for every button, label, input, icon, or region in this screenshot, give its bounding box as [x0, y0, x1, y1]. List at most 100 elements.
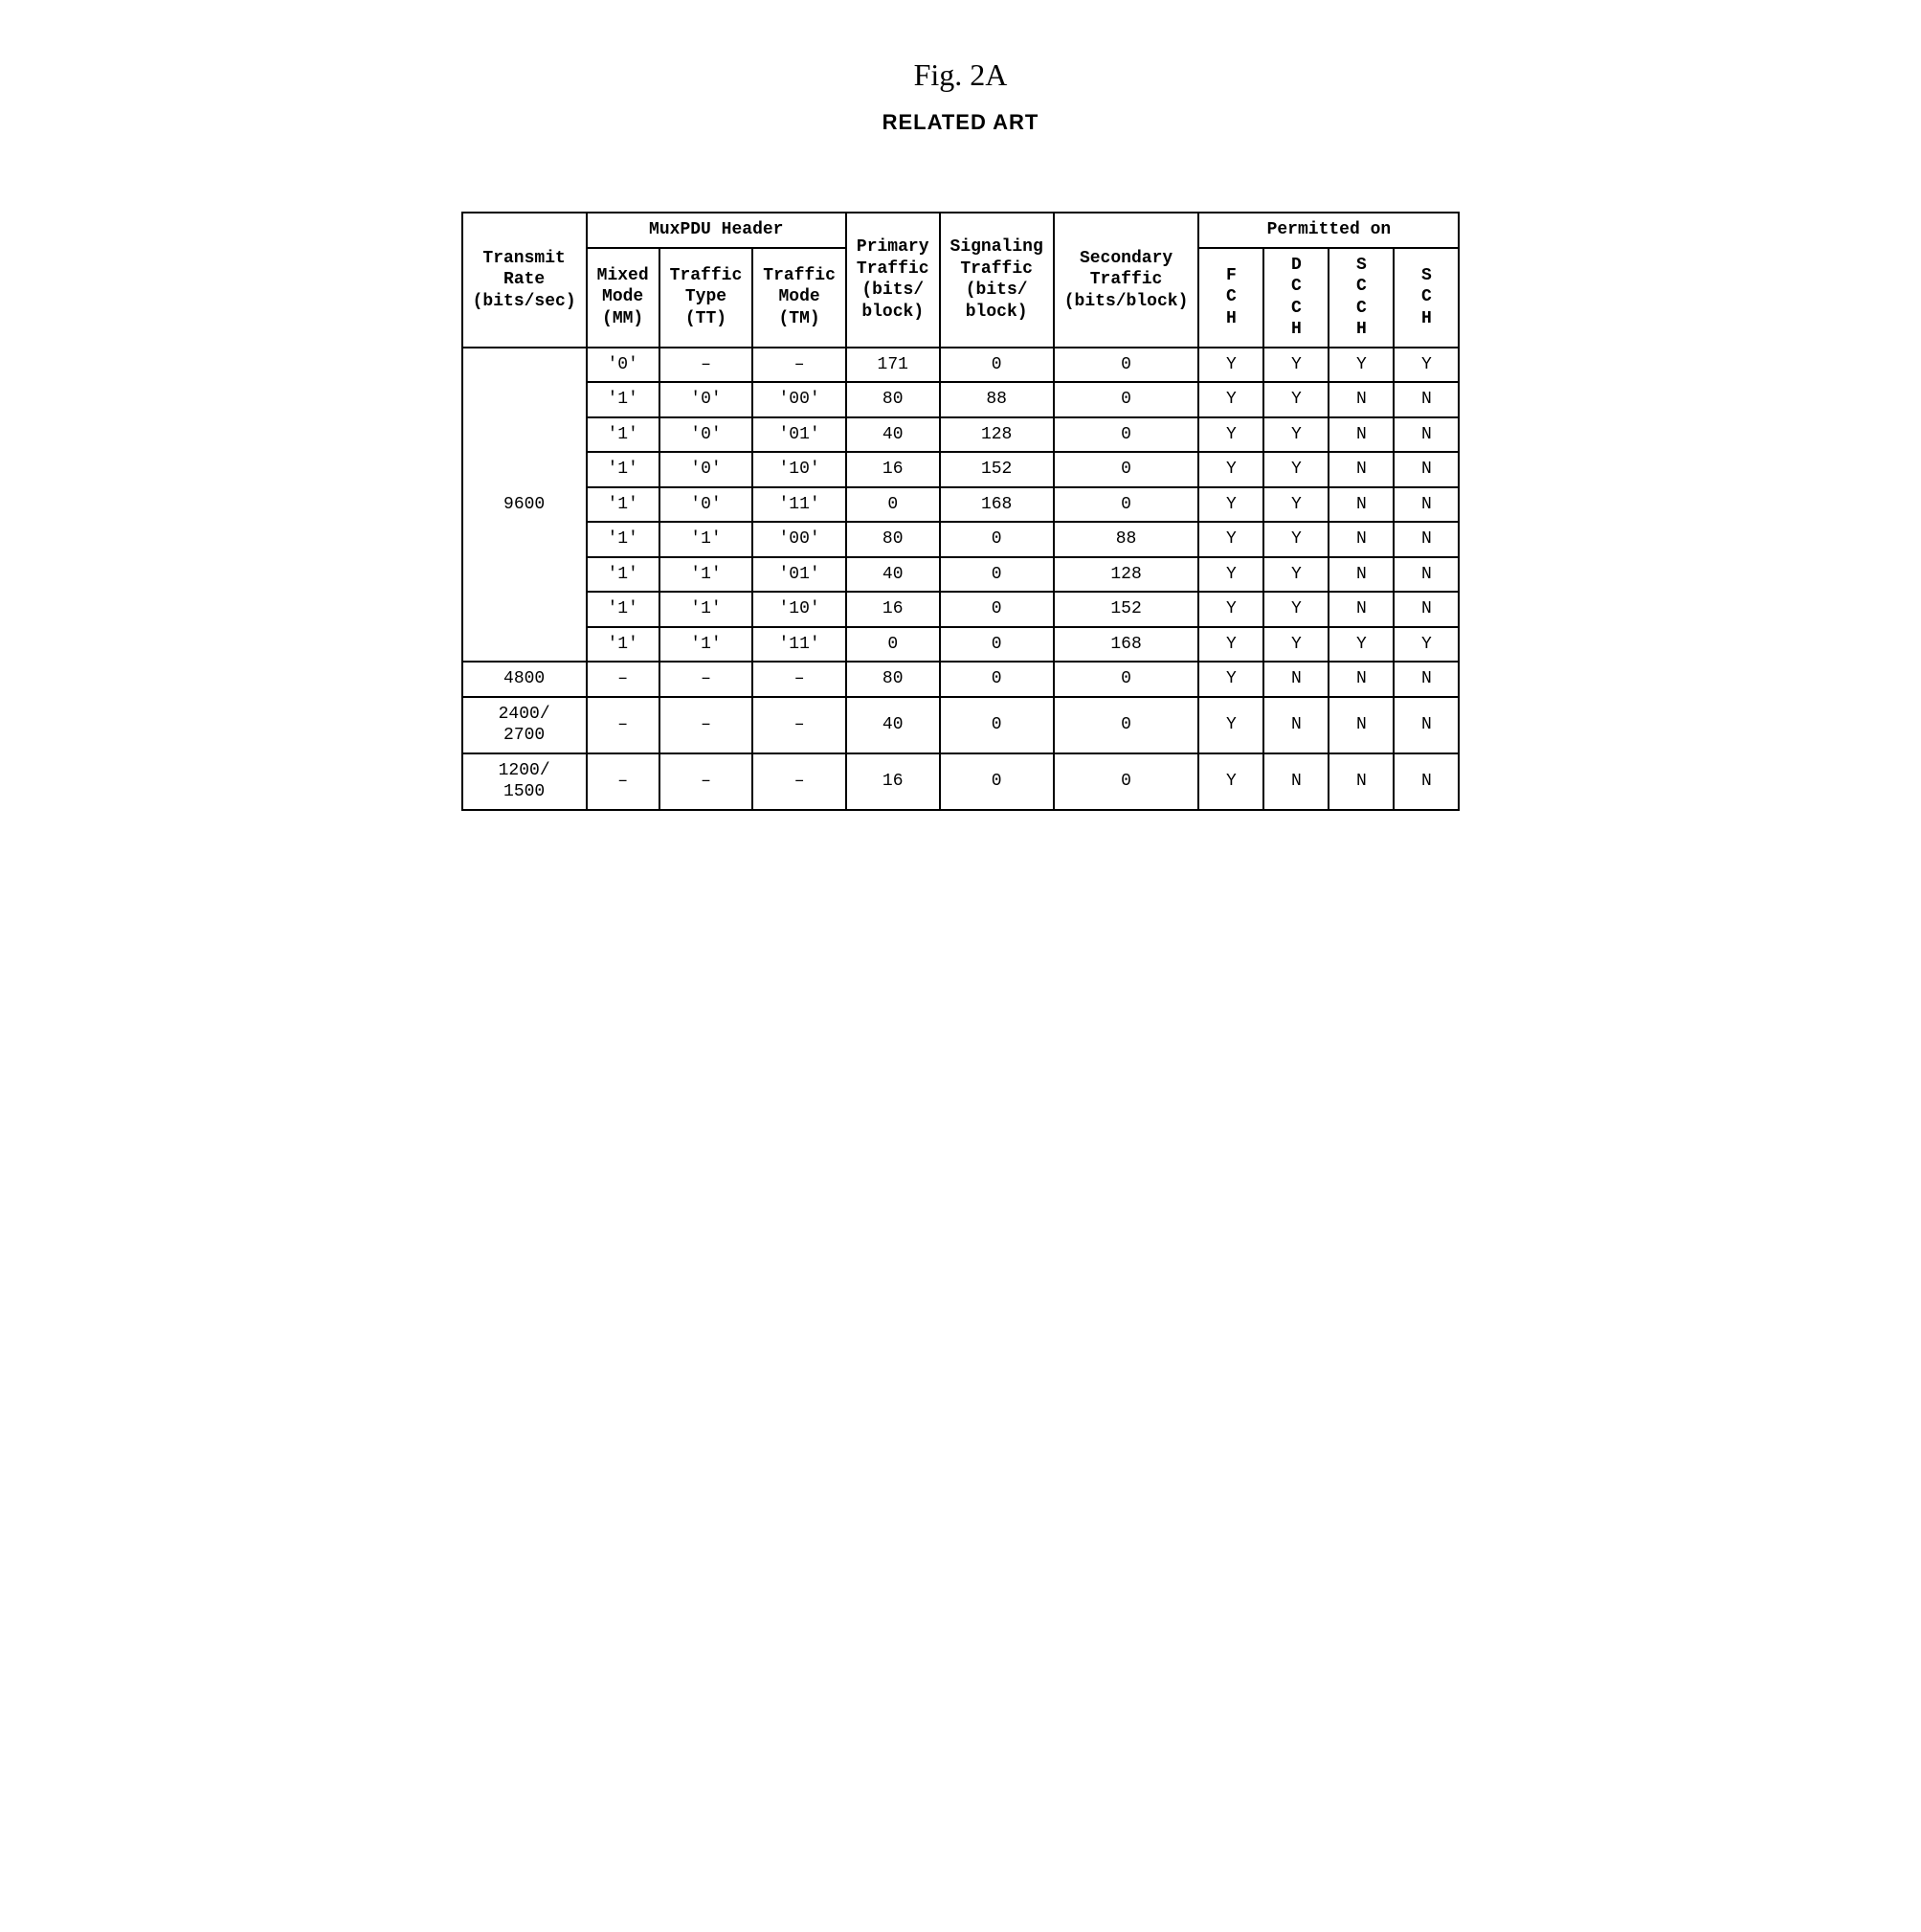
cell-tm: '11': [752, 627, 846, 663]
cell-tt: '1': [659, 592, 753, 627]
cell-sch: N: [1394, 662, 1459, 697]
table-row: '1''0''11'01680YYNN: [462, 487, 1460, 523]
cell-signaling: 0: [940, 662, 1054, 697]
cell-mm: '1': [587, 522, 659, 557]
cell-tm: '00': [752, 522, 846, 557]
cell-scch: N: [1329, 382, 1394, 417]
table-row: 1200/1500–––1600YNNN: [462, 753, 1460, 810]
cell-tm: '10': [752, 452, 846, 487]
cell-fch: Y: [1198, 417, 1263, 453]
cell-sch: N: [1394, 452, 1459, 487]
cell-tm: –: [752, 753, 846, 810]
cell-secondary: 0: [1054, 487, 1199, 523]
data-table: TransmitRate(bits/sec) MuxPDU Header Pri…: [461, 212, 1461, 811]
cell-fch: Y: [1198, 557, 1263, 593]
header-tt: TrafficType(TT): [659, 248, 753, 348]
cell-signaling: 0: [940, 697, 1054, 753]
cell-fch: Y: [1198, 452, 1263, 487]
cell-tm: '00': [752, 382, 846, 417]
table-body: 9600'0'––17100YYYY'1''0''00'80880YYNN'1'…: [462, 348, 1460, 810]
cell-tt: –: [659, 348, 753, 383]
cell-scch: N: [1329, 557, 1394, 593]
cell-rate: 1200/1500: [462, 753, 587, 810]
cell-tm: '10': [752, 592, 846, 627]
cell-sch: N: [1394, 417, 1459, 453]
cell-scch: Y: [1329, 348, 1394, 383]
cell-mm: '1': [587, 417, 659, 453]
table-row: '1''0''01'401280YYNN: [462, 417, 1460, 453]
cell-dcch: N: [1263, 697, 1329, 753]
cell-dcch: Y: [1263, 452, 1329, 487]
cell-fch: Y: [1198, 627, 1263, 663]
cell-fch: Y: [1198, 697, 1263, 753]
cell-sch: N: [1394, 522, 1459, 557]
header-primary: PrimaryTraffic(bits/block): [846, 213, 940, 348]
cell-tt: –: [659, 697, 753, 753]
cell-dcch: Y: [1263, 522, 1329, 557]
cell-tm: –: [752, 697, 846, 753]
header-tm: TrafficMode(TM): [752, 248, 846, 348]
cell-primary: 171: [846, 348, 940, 383]
cell-mm: '0': [587, 348, 659, 383]
cell-secondary: 0: [1054, 662, 1199, 697]
cell-tt: '0': [659, 452, 753, 487]
cell-fch: Y: [1198, 753, 1263, 810]
cell-tt: '0': [659, 382, 753, 417]
header-mm: MixedMode(MM): [587, 248, 659, 348]
cell-sch: N: [1394, 753, 1459, 810]
cell-sch: N: [1394, 487, 1459, 523]
cell-mm: '1': [587, 592, 659, 627]
cell-scch: N: [1329, 487, 1394, 523]
cell-scch: N: [1329, 452, 1394, 487]
cell-dcch: Y: [1263, 487, 1329, 523]
cell-secondary: 88: [1054, 522, 1199, 557]
cell-signaling: 0: [940, 592, 1054, 627]
cell-secondary: 152: [1054, 592, 1199, 627]
figure-subtitle: RELATED ART: [77, 110, 1844, 135]
table-row: '1''1''11'00168YYYY: [462, 627, 1460, 663]
table-row: '1''1''10'160152YYNN: [462, 592, 1460, 627]
cell-fch: Y: [1198, 662, 1263, 697]
cell-secondary: 168: [1054, 627, 1199, 663]
cell-signaling: 0: [940, 522, 1054, 557]
cell-mm: '1': [587, 557, 659, 593]
cell-sch: N: [1394, 592, 1459, 627]
cell-primary: 0: [846, 487, 940, 523]
cell-tm: '11': [752, 487, 846, 523]
table-row: '1''1''00'80088YYNN: [462, 522, 1460, 557]
cell-tt: '0': [659, 417, 753, 453]
header-transmit-rate: TransmitRate(bits/sec): [462, 213, 587, 348]
cell-primary: 16: [846, 452, 940, 487]
cell-signaling: 128: [940, 417, 1054, 453]
cell-scch: N: [1329, 662, 1394, 697]
cell-primary: 80: [846, 662, 940, 697]
cell-tt: –: [659, 753, 753, 810]
cell-fch: Y: [1198, 487, 1263, 523]
figure-title: Fig. 2A: [77, 57, 1844, 93]
cell-signaling: 0: [940, 348, 1054, 383]
table-row: 9600'0'––17100YYYY: [462, 348, 1460, 383]
cell-mm: '1': [587, 627, 659, 663]
cell-rate: 2400/2700: [462, 697, 587, 753]
cell-tm: –: [752, 662, 846, 697]
cell-scch: N: [1329, 753, 1394, 810]
cell-dcch: Y: [1263, 382, 1329, 417]
header-fch: FCH: [1198, 248, 1263, 348]
cell-sch: Y: [1394, 627, 1459, 663]
cell-secondary: 0: [1054, 452, 1199, 487]
cell-tt: '1': [659, 522, 753, 557]
cell-mm: '1': [587, 452, 659, 487]
cell-secondary: 0: [1054, 382, 1199, 417]
header-signaling: SignalingTraffic(bits/block): [940, 213, 1054, 348]
cell-mm: '1': [587, 487, 659, 523]
cell-primary: 80: [846, 522, 940, 557]
cell-rate: 9600: [462, 348, 587, 663]
cell-fch: Y: [1198, 348, 1263, 383]
cell-scch: N: [1329, 417, 1394, 453]
cell-primary: 0: [846, 627, 940, 663]
header-scch: SCCH: [1329, 248, 1394, 348]
cell-tm: '01': [752, 557, 846, 593]
cell-sch: Y: [1394, 348, 1459, 383]
cell-tt: –: [659, 662, 753, 697]
cell-tm: –: [752, 348, 846, 383]
